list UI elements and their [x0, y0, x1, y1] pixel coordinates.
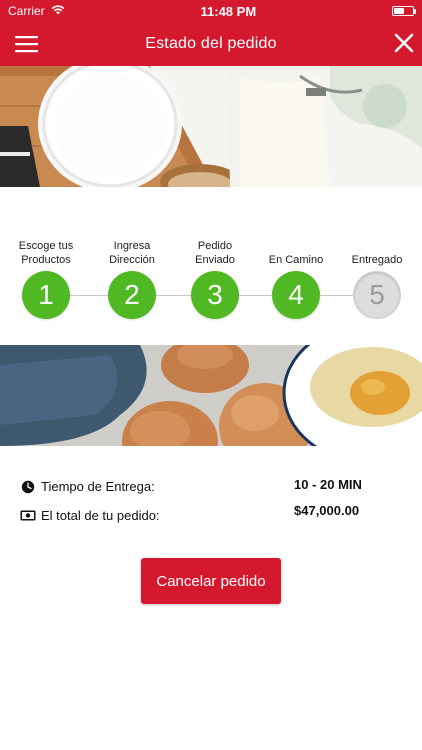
- delivery-time-label: Tiempo de Entrega:: [41, 479, 155, 494]
- step-2-circle: 2: [108, 271, 156, 319]
- order-progress-stepper: Escoge tus Productos 1 Ingresa Dirección…: [0, 187, 422, 345]
- step-3: Pedido Enviado 3: [175, 233, 255, 319]
- step-3-circle: 3: [191, 271, 239, 319]
- order-total-value: $47,000.00: [294, 503, 360, 518]
- step-1: Escoge tus Productos 1: [6, 233, 86, 319]
- order-total-row: El total de tu pedido: $47,000.00: [20, 503, 370, 523]
- step-5-circle: 5: [353, 271, 401, 319]
- money-icon: [20, 509, 36, 523]
- hamburger-icon: [15, 36, 38, 53]
- step-1-circle: 1: [22, 271, 70, 319]
- cancel-order-button[interactable]: Cancelar pedido: [141, 558, 281, 604]
- clock: 11:48 PM: [200, 3, 257, 19]
- milk-banner-image: [0, 66, 422, 187]
- step-4: En Camino 4: [256, 233, 336, 319]
- step-4-circle: 4: [272, 271, 320, 319]
- step-4-label: En Camino: [268, 254, 324, 266]
- step-3-label: Pedido Enviado: [195, 240, 235, 266]
- delivery-time-value: 10 - 20 MIN: [294, 477, 362, 492]
- close-button[interactable]: [394, 33, 414, 55]
- battery-level: [393, 8, 404, 14]
- status-bar-left: Carrier: [8, 4, 65, 18]
- eggs-banner-image: [0, 345, 422, 446]
- status-bar: Carrier 11:48 PM: [0, 0, 422, 22]
- order-status-screen: Carrier 11:48 PM Estado del pedido Escog…: [0, 0, 422, 750]
- close-icon: [394, 33, 414, 53]
- clock-icon: [20, 480, 36, 494]
- step-5: Entregado 5: [337, 233, 417, 319]
- menu-button[interactable]: [15, 35, 39, 53]
- delivery-time-row: Tiempo de Entrega: 10 - 20 MIN: [20, 477, 370, 494]
- order-total-label: El total de tu pedido:: [41, 508, 160, 523]
- status-bar-right: [391, 6, 416, 16]
- page-title: Estado del pedido: [145, 35, 277, 52]
- step-2-label: Ingresa Dirección: [109, 240, 155, 266]
- step-2: Ingresa Dirección 2: [92, 233, 172, 319]
- carrier-label: Carrier: [8, 4, 45, 18]
- navigation-bar: Estado del pedido: [0, 22, 422, 66]
- step-1-label: Escoge tus Productos: [18, 240, 74, 266]
- battery-icon: [391, 6, 416, 16]
- order-summary: Tiempo de Entrega: 10 - 20 MIN El total …: [0, 446, 422, 546]
- step-5-label: Entregado: [351, 254, 403, 266]
- wifi-icon: [51, 4, 65, 18]
